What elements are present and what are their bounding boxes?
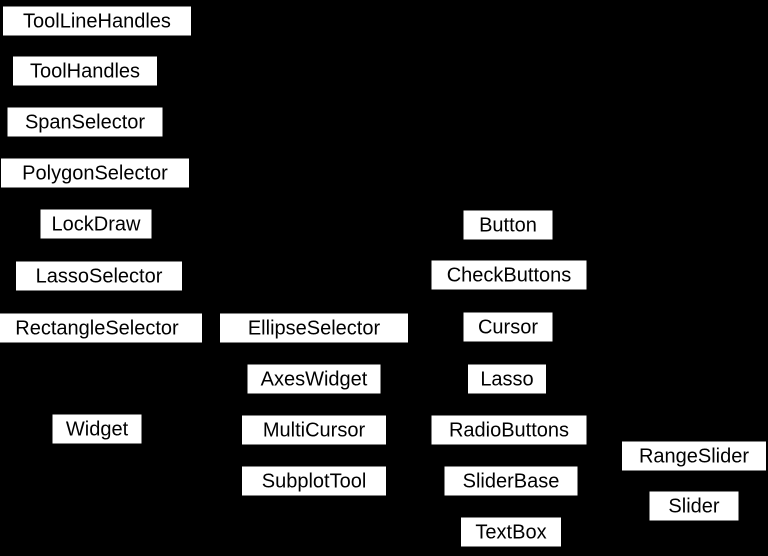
class-node-ToolHandles[interactable]: ToolHandles [13, 56, 158, 86]
class-node-CheckButtons[interactable]: CheckButtons [431, 260, 587, 290]
class-node-label: RectangleSelector [15, 317, 179, 339]
class-node-label: CheckButtons [447, 264, 572, 286]
class-node-Cursor[interactable]: Cursor [463, 312, 553, 342]
edge-Widget-AxesWidget [142, 394, 249, 419]
class-node-label: AxesWidget [261, 368, 368, 390]
class-node-label: Lasso [480, 368, 533, 390]
class-node-Button[interactable]: Button [463, 210, 553, 240]
class-node-label: ToolLineHandles [23, 10, 171, 32]
class-node-SliderBase[interactable]: SliderBase [444, 466, 578, 496]
class-node-label: Widget [66, 418, 129, 440]
class-node-PolygonSelector[interactable]: PolygonSelector [1, 158, 190, 188]
class-node-label: MultiCursor [263, 419, 366, 441]
class-node-ToolLineHandles[interactable]: ToolLineHandles [3, 6, 192, 36]
class-node-label: SliderBase [463, 470, 560, 492]
class-node-LassoSelector[interactable]: LassoSelector [16, 261, 183, 291]
class-node-EllipseSelector[interactable]: EllipseSelector [220, 313, 409, 343]
edge-SliderBase-Slider [578, 490, 649, 500]
edge-AxesWidget-Button [333, 240, 489, 364]
class-node-SpanSelector[interactable]: SpanSelector [7, 107, 163, 137]
class-node-Lasso[interactable]: Lasso [468, 364, 547, 394]
edge-SliderBase-RangeSlider [578, 466, 622, 472]
class-node-label: Cursor [478, 316, 538, 338]
class-node-label: RangeSlider [639, 445, 749, 467]
class-node-TextBox[interactable]: TextBox [461, 517, 562, 547]
edge-Widget-MultiCursor [142, 429, 242, 430]
class-node-label: EllipseSelector [248, 317, 381, 339]
class-node-label: SubplotTool [262, 470, 367, 492]
class-node-label: Button [479, 214, 537, 236]
edge-AxesWidget-RadioButtons [371, 394, 451, 415]
class-node-RectangleSelector[interactable]: RectangleSelector [0, 313, 203, 343]
class-node-SubplotTool[interactable]: SubplotTool [242, 466, 387, 496]
class-node-label: Slider [668, 495, 719, 517]
class-node-label: ToolHandles [30, 60, 140, 82]
class-node-RangeSlider[interactable]: RangeSlider [622, 441, 767, 471]
edge-Widget-SubplotTool [142, 440, 251, 466]
class-diagram: ToolLineHandles ToolHandles SpanSelector Po… [0, 0, 768, 556]
class-node-RadioButtons[interactable]: RadioButtons [431, 415, 587, 445]
edge-AxesWidget-TextBox [333, 394, 491, 517]
class-node-label: SpanSelector [25, 111, 145, 133]
class-node-Widget[interactable]: Widget [52, 414, 142, 444]
class-node-AxesWidget[interactable]: AxesWidget [247, 364, 381, 394]
nodes-layer: ToolLineHandles ToolHandles SpanSelector Po… [0, 6, 767, 547]
class-node-label: LassoSelector [36, 265, 163, 287]
class-node-label: PolygonSelector [22, 162, 168, 184]
class-node-MultiCursor[interactable]: MultiCursor [242, 415, 387, 445]
class-node-label: RadioButtons [449, 419, 569, 441]
class-node-label: LockDraw [52, 213, 141, 235]
class-node-label: TextBox [475, 521, 546, 543]
class-node-Slider[interactable]: Slider [649, 491, 739, 521]
class-node-LockDraw[interactable]: LockDraw [40, 209, 152, 239]
